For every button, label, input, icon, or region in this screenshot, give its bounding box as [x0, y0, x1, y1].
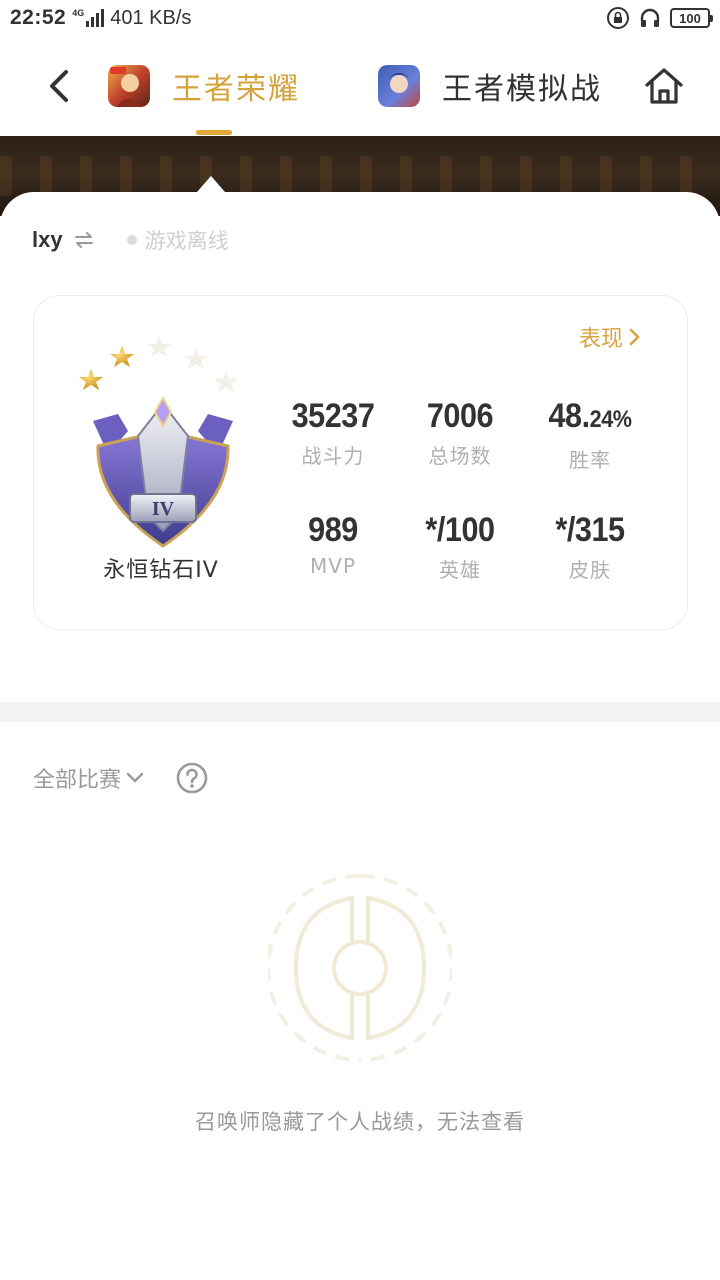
tab-pointer — [197, 176, 225, 192]
chevron-down-icon — [126, 772, 144, 783]
rank-star-icon — [110, 346, 134, 367]
performance-label: 表现 — [578, 327, 623, 352]
active-tab-indicator — [196, 130, 232, 135]
simulation-game-icon — [378, 65, 420, 107]
performance-link[interactable]: 表现 — [579, 321, 641, 353]
stat-label: MVP — [310, 554, 356, 578]
top-nav: 王者荣耀 王者模拟战 — [0, 36, 720, 136]
status-bar: 22:52 4G 401 KB/s 100 — [0, 0, 720, 36]
stat-label: 总场数 — [428, 444, 492, 468]
tab-label: 王者模拟战 — [442, 72, 602, 107]
win-rate-main: 48. — [548, 397, 590, 435]
stat-combat-power: 35237 战斗力 — [268, 396, 398, 469]
tab-kings-simulation[interactable]: 王者模拟战 — [378, 62, 602, 110]
win-rate-decimal: 24% — [589, 406, 632, 433]
online-status-text: 游戏离线 — [144, 229, 229, 253]
stat-win-rate: 48.24% 胜率 — [525, 396, 655, 473]
stat-label: 皮肤 — [569, 558, 611, 582]
stat-value: 35237 — [291, 397, 375, 435]
signal-icon — [86, 9, 105, 27]
rank-tier-numeral: IV — [152, 498, 175, 520]
lock-rotation-icon — [607, 7, 629, 29]
stat-label: 英雄 — [439, 558, 481, 582]
stat-value: */100 — [425, 511, 495, 549]
section-divider — [0, 702, 720, 722]
empty-state-message: 召唤师隐藏了个人战绩，无法查看 — [195, 1110, 525, 1134]
stat-value: */315 — [555, 511, 625, 549]
stat-total-matches: 7006 总场数 — [395, 396, 525, 469]
stat-value: 989 — [308, 511, 358, 549]
rank-stats-card: 表现 IV 永恒钻石IV 35237 战斗力 7006 总场数 48.24% 胜… — [33, 295, 688, 630]
account-name: lxy — [32, 227, 63, 252]
account-row: lxy 游戏离线 — [32, 222, 229, 258]
tab-label: 王者荣耀 — [172, 72, 300, 107]
stat-mvp: 989 MVP — [268, 510, 398, 578]
chevron-right-icon — [629, 328, 640, 346]
headphones-icon — [640, 8, 660, 27]
network-speed: 401 KB/s — [110, 6, 192, 29]
network-type: 4G — [72, 8, 85, 18]
rank-emblem: IV — [79, 336, 238, 548]
stat-value: 48.24% — [532, 396, 649, 440]
battery-icon: 100 — [670, 8, 713, 28]
rank-star-empty-icon — [214, 371, 238, 392]
match-filter-label: 全部比赛 — [33, 768, 122, 793]
rank-star-empty-icon — [184, 348, 208, 369]
back-arrow-icon[interactable] — [42, 64, 78, 108]
stat-skins: */315 皮肤 — [525, 510, 655, 583]
online-status: 游戏离线 — [126, 225, 229, 255]
status-time: 22:52 — [10, 6, 67, 29]
hidden-record-icon — [268, 874, 452, 1062]
battery-level: 100 — [679, 10, 701, 26]
tab-honor-of-kings[interactable]: 王者荣耀 — [108, 62, 300, 110]
switch-account-icon[interactable] — [73, 229, 95, 251]
rank-star-icon — [79, 369, 103, 390]
home-icon[interactable] — [642, 64, 686, 108]
stat-value: 7006 — [426, 397, 494, 435]
help-icon[interactable] — [176, 762, 208, 794]
match-filter-dropdown[interactable]: 全部比赛 — [33, 762, 145, 794]
status-dot-icon — [126, 235, 137, 245]
rank-name: 永恒钻石IV — [103, 558, 219, 583]
rank-star-empty-icon — [147, 336, 171, 357]
stat-label: 胜率 — [569, 448, 611, 472]
stat-heroes: */100 英雄 — [395, 510, 525, 583]
stat-label: 战斗力 — [301, 444, 365, 468]
honor-of-kings-game-icon — [108, 65, 150, 107]
